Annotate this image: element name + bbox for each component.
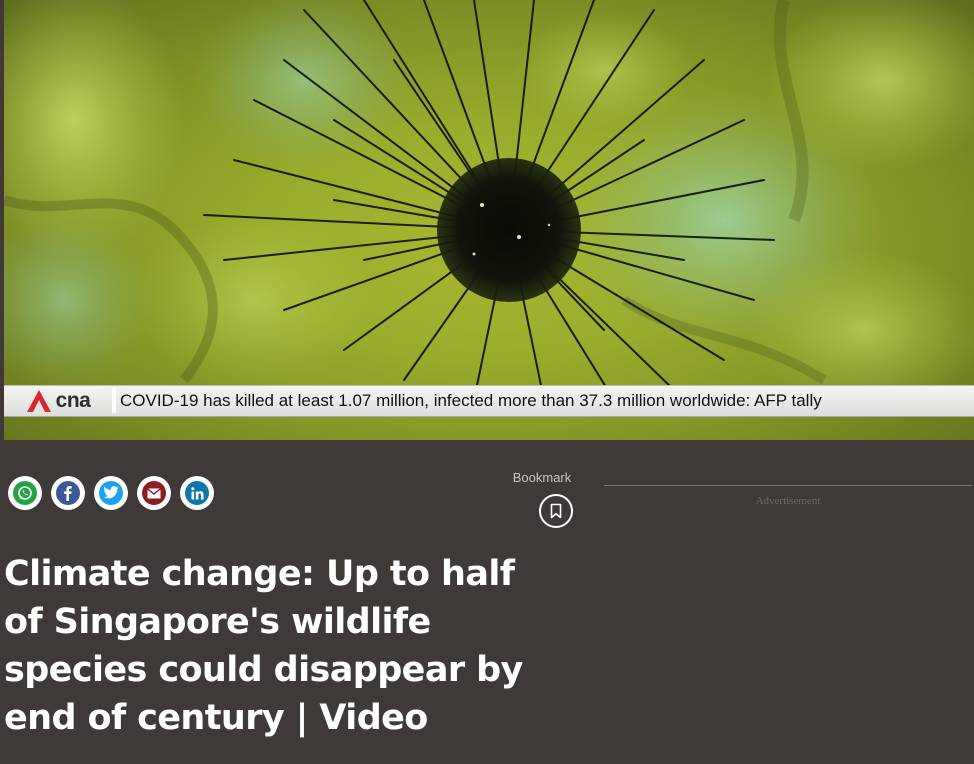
share-bar	[8, 476, 214, 510]
share-email-button[interactable]	[137, 476, 171, 510]
article-title: Climate change: Up to half of Singapore'…	[4, 554, 523, 738]
mail-icon	[142, 481, 166, 505]
linkedin-icon	[185, 481, 209, 505]
advertisement-divider	[604, 485, 972, 486]
cna-logo: cna	[4, 386, 112, 416]
whatsapp-icon	[13, 481, 37, 505]
article-page: cna COVID-19 has killed at least 1.07 mi…	[0, 0, 974, 764]
bookmark-icon	[550, 503, 562, 519]
facebook-icon	[56, 481, 80, 505]
share-twitter-button[interactable]	[94, 476, 128, 510]
video-frame-sea-urchin	[4, 0, 974, 410]
news-ticker: cna COVID-19 has killed at least 1.07 mi…	[4, 385, 974, 417]
bookmark-label: Bookmark	[512, 470, 572, 485]
share-facebook-button[interactable]	[51, 476, 85, 510]
video-player[interactable]: cna COVID-19 has killed at least 1.07 mi…	[4, 0, 974, 440]
cna-logo-mark	[26, 390, 51, 412]
bookmark-button[interactable]	[539, 494, 573, 528]
share-whatsapp-button[interactable]	[8, 476, 42, 510]
ticker-headline: COVID-19 has killed at least 1.07 millio…	[120, 391, 822, 410]
twitter-icon	[99, 481, 123, 505]
ticker-divider	[112, 389, 116, 413]
advertisement-label: Advertisement	[755, 495, 821, 507]
share-linkedin-button[interactable]	[180, 476, 214, 510]
cna-wordmark: cna	[55, 389, 91, 412]
